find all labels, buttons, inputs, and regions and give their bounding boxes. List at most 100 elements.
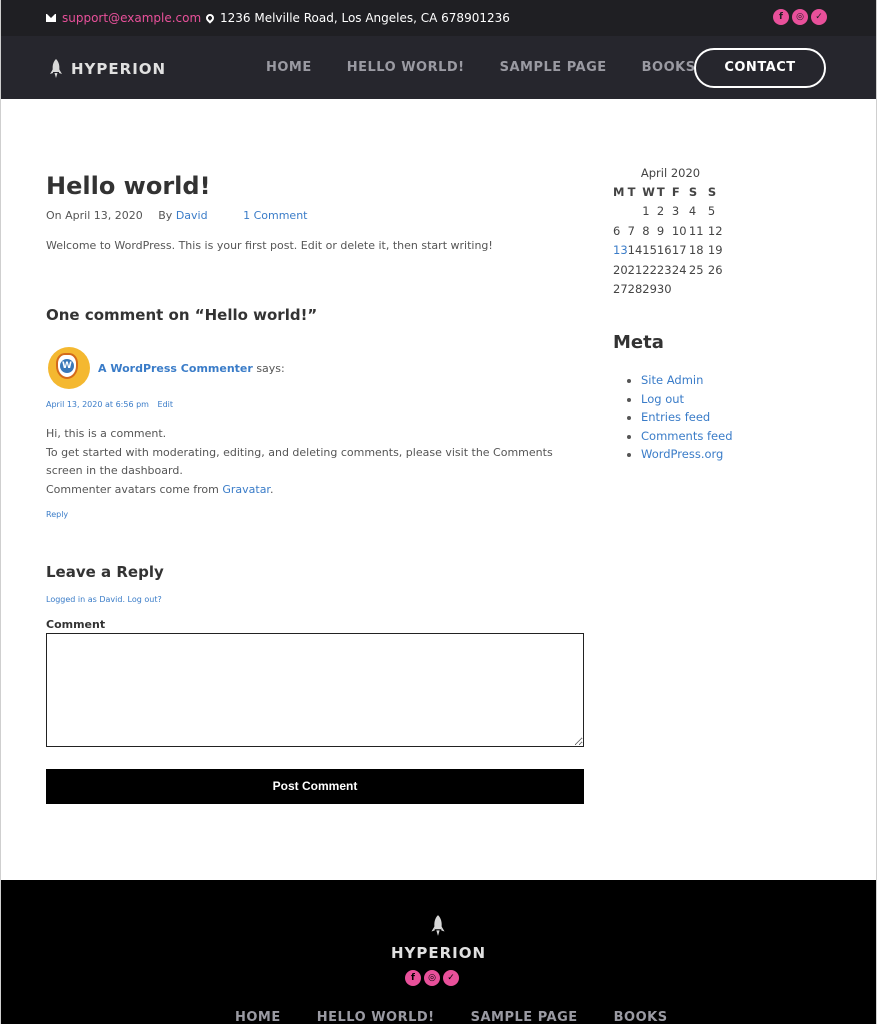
calendar-day: 22 (642, 262, 657, 277)
avatar: W (48, 347, 90, 389)
nav-home[interactable]: HOME (266, 60, 312, 75)
post-title: Hello world! (46, 172, 211, 200)
comment-textarea[interactable] (46, 633, 584, 747)
calendar-day: 7 (627, 223, 635, 238)
email-link[interactable]: support@example.com (62, 11, 201, 25)
calendar-day-header: T (656, 184, 665, 199)
contact-address: 1236 Melville Road, Los Angeles, CA 6789… (204, 11, 510, 25)
calendar-day (628, 202, 643, 222)
entries-feed-link[interactable]: Entries feed (641, 410, 710, 424)
site-header: HYPERION HOME HELLO WORLD! SAMPLE PAGE B… (1, 36, 876, 99)
post-content: Welcome to WordPress. This is your first… (46, 239, 493, 252)
top-bar: support@example.com 1236 Melville Road, … (1, 0, 876, 36)
comment-author: A WordPress Commenter says: (98, 362, 285, 375)
calendar-week: 27 28 29 30 (613, 280, 725, 300)
main-nav: HOME HELLO WORLD! SAMPLE PAGE BOOKS (266, 60, 731, 75)
site-logo[interactable]: HYPERION (47, 58, 166, 80)
footer-nav-home[interactable]: HOME (235, 1010, 281, 1024)
calendar-day: 10 (671, 223, 687, 238)
comment-line: To get started with moderating, editing,… (46, 445, 553, 478)
post-author-link[interactable]: David (176, 209, 208, 222)
date-prefix: On (46, 209, 62, 222)
calendar-week: 1 2 3 4 5 (613, 202, 725, 222)
calendar-day-header: F (671, 184, 680, 199)
nav-books[interactable]: BOOKS (642, 60, 696, 75)
calendar-week: 6 7 8 9 10 11 12 (613, 221, 725, 241)
site-admin-link[interactable]: Site Admin (641, 373, 703, 387)
post-date: April 13, 2020 (65, 209, 143, 222)
calendar-day: 3 (671, 204, 680, 219)
nav-hello-world[interactable]: HELLO WORLD! (347, 60, 465, 75)
by-prefix: By (158, 209, 173, 222)
calendar-day: 18 (688, 243, 704, 258)
calendar-day (672, 280, 689, 300)
calendar-day-13-link[interactable]: 13 (613, 243, 628, 257)
calendar-day (708, 280, 725, 300)
site-logo-text: HYPERION (71, 60, 167, 78)
comments-feed-link[interactable]: Comments feed (641, 429, 733, 443)
contact-button[interactable]: CONTACT (694, 48, 826, 88)
footer-nav-hello-world[interactable]: HELLO WORLD! (317, 1010, 435, 1024)
wordpress-org-link[interactable]: WordPress.org (641, 447, 723, 461)
commenter-link[interactable]: A WordPress Commenter (98, 362, 253, 375)
meta-widget-title: Meta (613, 332, 664, 353)
calendar-day: 2 (656, 204, 665, 219)
calendar-day: 25 (688, 262, 704, 277)
footer-social-links: f ◎ ✓ (405, 970, 459, 986)
nav-sample-page[interactable]: SAMPLE PAGE (500, 60, 607, 75)
contact-email[interactable]: support@example.com (46, 11, 201, 25)
wordpress-logo-icon: W (60, 359, 74, 373)
envelope-icon (46, 14, 56, 22)
calendar-day: 21 (627, 262, 643, 277)
calendar-day: 26 (707, 262, 723, 277)
calendar-day (613, 202, 628, 222)
calendar-day-header: W (642, 184, 655, 199)
calendar-day: 20 (613, 262, 628, 277)
footer-nav-books[interactable]: BOOKS (614, 1010, 668, 1024)
calendar-day: 23 (656, 262, 672, 277)
logged-in-link[interactable]: Logged in as David. Log out? (46, 595, 162, 604)
calendar-day: 15 (642, 243, 657, 258)
comment-body: Hi, this is a comment. To get started wi… (46, 425, 586, 499)
list-item: Site Admin (641, 371, 733, 390)
facebook-icon[interactable]: f (773, 9, 789, 25)
log-out-link[interactable]: Log out (641, 392, 684, 406)
instagram-icon[interactable]: ◎ (424, 970, 440, 986)
calendar-day: 11 (688, 223, 704, 238)
reply-title: Leave a Reply (46, 563, 164, 581)
gravatar-link[interactable]: Gravatar (222, 483, 270, 496)
calendar-day-header: M (613, 184, 625, 199)
comment-metadata: April 13, 2020 at 6:56 pm Edit (46, 400, 179, 409)
calendar-caption: April 2020 (640, 166, 701, 180)
rocket-icon (431, 915, 445, 936)
comment-reply-link[interactable]: Reply (46, 510, 68, 519)
post-meta: On April 13, 2020 By David 1 Comment (46, 209, 307, 222)
comment-edit-link[interactable]: Edit (158, 400, 174, 409)
twitter-icon[interactable]: ✓ (811, 9, 827, 25)
calendar-day: 5 (707, 204, 716, 219)
comment-text: . (269, 482, 274, 496)
calendar-day (689, 280, 708, 300)
comment-text: Commenter avatars come from (46, 482, 219, 496)
footer-nav-sample-page[interactable]: SAMPLE PAGE (471, 1010, 578, 1024)
comments-count-link[interactable]: 1 Comment (243, 209, 307, 222)
twitter-icon[interactable]: ✓ (443, 970, 459, 986)
calendar-week: 20 21 22 23 24 25 26 (613, 260, 725, 280)
rocket-icon (50, 59, 62, 78)
calendar-day-link[interactable]: 13 (613, 241, 628, 261)
footer-logo-text[interactable]: HYPERION (1, 944, 876, 962)
calendar-day: 28 (627, 282, 643, 297)
instagram-icon[interactable]: ◎ (792, 9, 808, 25)
calendar-day-header: S (707, 184, 717, 199)
calendar-day: 19 (707, 243, 723, 258)
calendar-day: 27 (613, 282, 628, 297)
site-footer: HYPERION f ◎ ✓ HOME HELLO WORLD! SAMPLE … (1, 880, 876, 1024)
says-label: says: (256, 362, 285, 375)
post-comment-button[interactable]: Post Comment (46, 769, 584, 804)
comment-date-link[interactable]: April 13, 2020 at 6:56 pm (46, 400, 149, 409)
list-item: WordPress.org (641, 445, 733, 464)
calendar-day: 29 (642, 282, 657, 297)
calendar-day: 1 (642, 204, 650, 219)
facebook-icon[interactable]: f (405, 970, 421, 986)
calendar-header-row: M T W T F S S (613, 182, 725, 202)
